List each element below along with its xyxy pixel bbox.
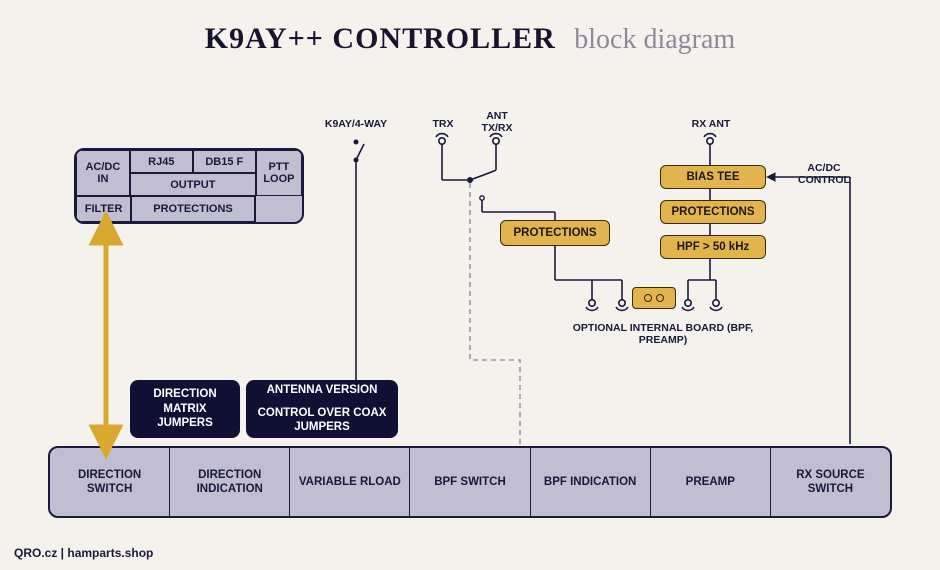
opt-in-left-connector-icon [582, 296, 602, 312]
cell-output: OUTPUT [130, 173, 256, 196]
protections-right-block: PROTECTIONS [660, 200, 766, 224]
bus-variable-rload: VARIABLE RLOAD [290, 448, 410, 516]
title-row: K9AY++ CONTROLLER block diagram [0, 22, 940, 56]
diagram-canvas: { "title": { "main": "K9AY++ CONTROLLER"… [0, 0, 940, 570]
direction-matrix-jumpers-label: DIRECTION MATRIX JUMPERS [138, 387, 232, 430]
antenna-coax-jumpers-box: ANTENNA VERSION CONTROL OVER COAX JUMPER… [246, 380, 398, 438]
cell-db15: DB15 F [193, 150, 256, 173]
label-ant-txrx: ANT TX/RX [472, 110, 522, 134]
cell-acdc-in: AC/DC IN [76, 150, 130, 196]
cell-pad [255, 196, 302, 222]
antenna-version-label: ANTENNA VERSION [267, 383, 378, 397]
opt-in-right2-connector-icon [706, 296, 726, 312]
bus-direction-indication: DIRECTION INDICATION [170, 448, 290, 516]
trx-connector-icon [432, 132, 452, 148]
socket-dot [644, 294, 652, 302]
label-optional-board: OPTIONAL INTERNAL BOARD (BPF, PREAMP) [570, 322, 756, 346]
cell-protections: PROTECTIONS [131, 196, 255, 222]
footer-credit: QRO.cz | hamparts.shop [14, 546, 153, 560]
label-k9ay-4way: K9AY/4-WAY [316, 118, 396, 130]
control-over-coax-label: CONTROL OVER COAX JUMPERS [254, 406, 390, 435]
bias-tee-block: BIAS TEE [660, 165, 766, 189]
bus-preamp: PREAMP [651, 448, 771, 516]
bus-direction-switch: DIRECTION SWITCH [50, 448, 170, 516]
page-subtitle: block diagram [574, 24, 735, 55]
protections-left-block: PROTECTIONS [500, 220, 610, 246]
bus-bpf-switch: BPF SWITCH [410, 448, 530, 516]
label-acdc-control: AC/DC CONTROL [792, 162, 856, 186]
cell-rj45: RJ45 [130, 150, 193, 173]
label-rx-ant: RX ANT [686, 118, 736, 130]
bus-rx-source-switch: RX SOURCE SWITCH [771, 448, 890, 516]
socket-dot [656, 294, 664, 302]
hpf-block: HPF > 50 kHz [660, 235, 766, 259]
cell-ptt-loop: PTT LOOP [256, 150, 302, 196]
rx-ant-connector-icon [700, 132, 720, 148]
ant-txrx-connector-icon [486, 132, 506, 148]
opt-in-left2-connector-icon [612, 296, 632, 312]
opt-in-right-connector-icon [678, 296, 698, 312]
optional-internal-board-socket [632, 287, 676, 309]
cell-filter: FILTER [76, 196, 131, 222]
bus-bpf-indication: BPF INDICATION [531, 448, 651, 516]
page-title: K9AY++ CONTROLLER [205, 22, 556, 55]
io-connector-block: AC/DC IN RJ45 DB15 F OUTPUT PTT LOOP FIL… [74, 148, 304, 224]
label-trx: TRX [428, 118, 458, 130]
bottom-bus: DIRECTION SWITCH DIRECTION INDICATION VA… [48, 446, 892, 518]
direction-matrix-jumpers-box: DIRECTION MATRIX JUMPERS [130, 380, 240, 438]
